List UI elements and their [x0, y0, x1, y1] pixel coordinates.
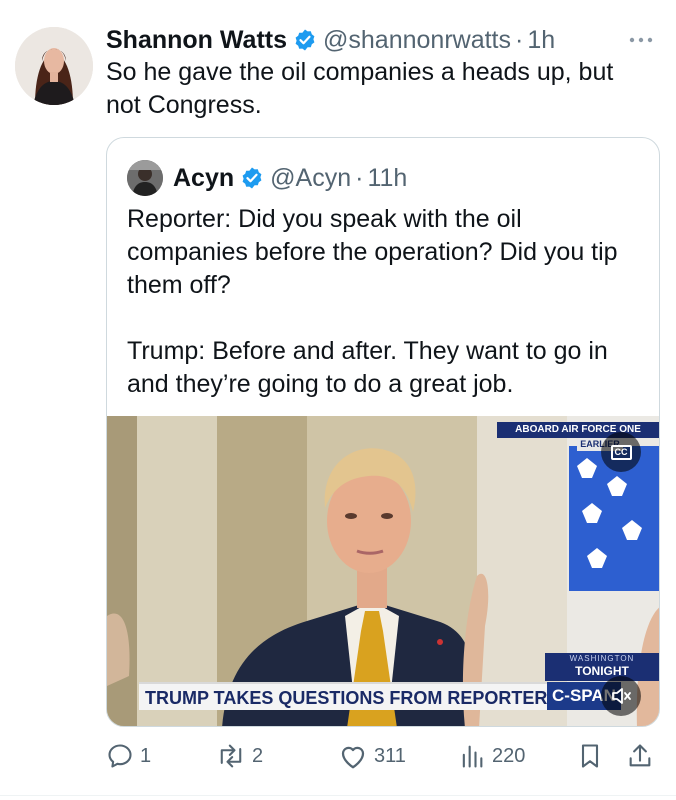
- tweet-header: Shannon Watts @shannonrwatts · 1h: [106, 22, 656, 58]
- quoted-author-handle[interactable]: @Acyn: [270, 164, 351, 193]
- quoted-tweet[interactable]: Acyn @Acyn · 11h Reporter: Did you speak…: [106, 137, 660, 727]
- author-handle[interactable]: @shannonrwatts: [323, 26, 511, 55]
- verified-badge-icon: [240, 166, 264, 190]
- author-avatar-image: [15, 27, 93, 105]
- video-chyron: TRUMP TAKES QUESTIONS FROM REPORTERS: [139, 682, 547, 710]
- quoted-tweet-header: Acyn @Acyn · 11h: [127, 160, 407, 196]
- like-count: 311: [374, 744, 406, 767]
- more-dots-icon[interactable]: [626, 28, 656, 52]
- video-location-line1: WASHINGTON: [569, 654, 635, 663]
- video-location-tag: WASHINGTON TONIGHT: [545, 653, 659, 681]
- repost-count: 2: [252, 744, 264, 767]
- closed-captions-icon[interactable]: CC: [601, 432, 641, 472]
- quoted-author-name[interactable]: Acyn: [173, 164, 234, 193]
- tweet-time[interactable]: 1h: [527, 26, 555, 55]
- quoted-author-avatar[interactable]: [127, 160, 163, 196]
- closed-captions-label: CC: [610, 444, 632, 460]
- views-count: 220: [492, 744, 526, 767]
- bookmark-icon: [581, 744, 599, 768]
- tweet-text: So he gave the oil companies a heads up,…: [106, 58, 614, 119]
- reply-button[interactable]: 1: [106, 738, 151, 774]
- repost-button[interactable]: 2: [216, 738, 263, 774]
- share-icon: [629, 744, 651, 767]
- video-top-banner: ABOARD AIR FORCE ONE: [497, 422, 659, 438]
- quoted-paragraph: Reporter: Did you speak with the oil com…: [127, 205, 618, 299]
- bookmark-button[interactable]: [576, 738, 610, 774]
- reply-count: 1: [140, 744, 152, 767]
- action-bar: 1 2 311 220: [106, 738, 660, 774]
- views-icon: [462, 745, 483, 768]
- quoted-paragraph: Trump: Before and after. They want to go…: [127, 337, 608, 398]
- quoted-tweet-time[interactable]: 11h: [367, 164, 407, 193]
- mute-icon[interactable]: [601, 676, 641, 716]
- time-separator: ·: [515, 25, 524, 54]
- like-icon: [341, 746, 365, 769]
- video-location-line2: TONIGHT: [575, 664, 629, 678]
- author-name[interactable]: Shannon Watts: [106, 26, 287, 55]
- tweet-divider: [0, 795, 676, 796]
- like-button[interactable]: 311: [338, 738, 406, 774]
- quoted-tweet-text: Reporter: Did you speak with the oil com…: [127, 203, 642, 401]
- reply-icon: [108, 744, 132, 768]
- views-button[interactable]: 220: [458, 738, 525, 774]
- video-player[interactable]: ABOARD AIR FORCE ONE EARLIER CC WASHINGT…: [107, 416, 659, 726]
- share-button[interactable]: [626, 738, 660, 774]
- repost-icon: [220, 744, 242, 768]
- author-avatar[interactable]: [15, 27, 93, 105]
- quoted-time-separator: ·: [355, 163, 364, 192]
- verified-badge-icon: [293, 28, 317, 52]
